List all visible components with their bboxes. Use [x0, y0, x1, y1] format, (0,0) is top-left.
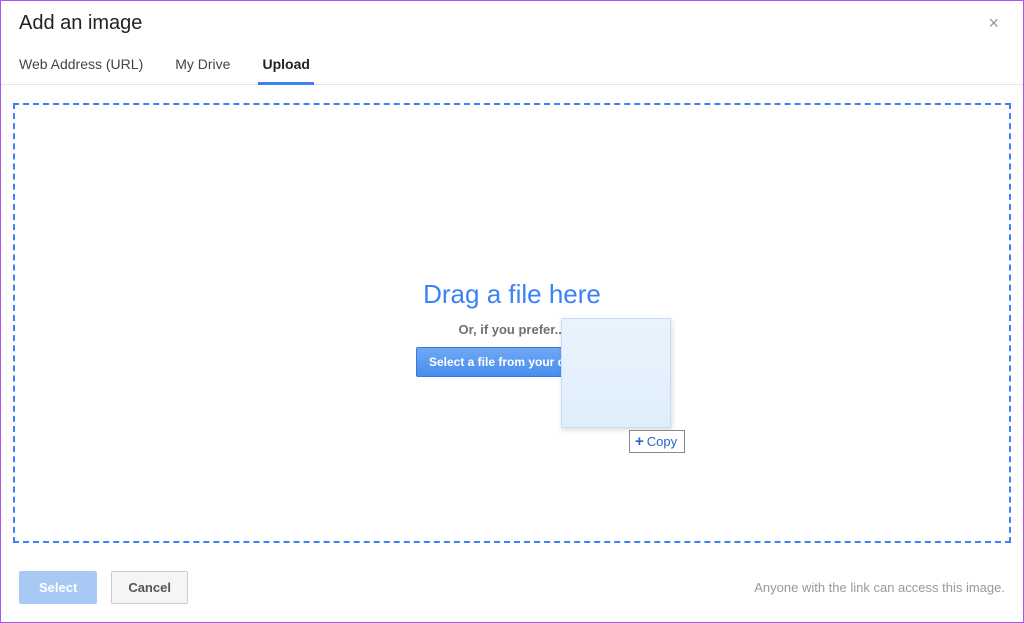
- tab-my-drive[interactable]: My Drive: [175, 56, 230, 84]
- tab-web-address[interactable]: Web Address (URL): [19, 56, 143, 84]
- access-note: Anyone with the link can access this ima…: [754, 580, 1005, 595]
- plus-icon: +: [635, 434, 644, 449]
- footer-buttons: Select Cancel: [19, 571, 188, 604]
- upload-panel: Drag a file here Or, if you prefer... Se…: [1, 85, 1023, 553]
- tab-upload[interactable]: Upload: [262, 56, 309, 84]
- dialog-header: Add an image ×: [1, 1, 1023, 42]
- dragged-file-preview[interactable]: [561, 318, 671, 428]
- or-prefer-text: Or, if you prefer...: [15, 322, 1009, 337]
- copy-label: Copy: [647, 434, 677, 449]
- copy-indicator: + Copy: [629, 430, 685, 453]
- dialog-footer: Select Cancel Anyone with the link can a…: [1, 559, 1023, 622]
- dropzone-content: Drag a file here Or, if you prefer... Se…: [15, 279, 1009, 377]
- close-icon[interactable]: ×: [982, 11, 1005, 36]
- tab-bar: Web Address (URL) My Drive Upload: [1, 42, 1023, 85]
- select-button[interactable]: Select: [19, 571, 97, 604]
- cancel-button[interactable]: Cancel: [111, 571, 188, 604]
- dialog-title: Add an image: [19, 12, 142, 35]
- drag-file-heading: Drag a file here: [15, 279, 1009, 310]
- file-dropzone[interactable]: Drag a file here Or, if you prefer... Se…: [13, 103, 1011, 543]
